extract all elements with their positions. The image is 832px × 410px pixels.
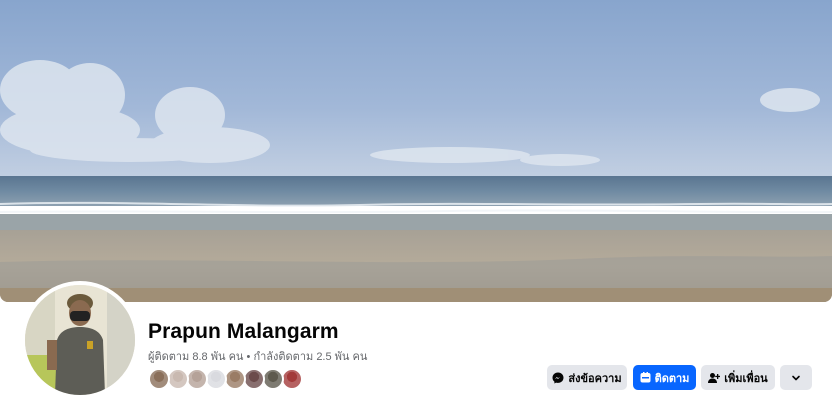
friend-avatar[interactable] — [281, 368, 303, 390]
cover-photo-image — [0, 0, 832, 302]
following-unit: คน — [352, 351, 368, 363]
friend-avatar[interactable] — [148, 368, 170, 390]
add-friend-label: เพิ่มเพื่อน — [724, 372, 768, 385]
message-label: ส่งข้อความ — [568, 372, 622, 385]
messenger-icon — [552, 372, 564, 383]
follow-icon — [640, 372, 651, 383]
followers-label[interactable]: ผู้ติดตาม — [148, 351, 189, 363]
add-friend-button[interactable]: เพิ่มเพื่อน — [701, 365, 775, 390]
friend-avatar[interactable] — [224, 368, 246, 390]
following-count[interactable]: 2.5 พัน — [316, 351, 349, 363]
cover-photo[interactable] — [0, 0, 832, 302]
friend-avatar[interactable] — [243, 368, 265, 390]
chevron-down-icon — [792, 375, 800, 380]
friend-avatar[interactable] — [205, 368, 227, 390]
friend-avatar[interactable] — [167, 368, 189, 390]
profile-name: Prapun Malangarm — [148, 320, 339, 343]
friends-preview — [148, 368, 303, 390]
followers-count[interactable]: 8.8 พัน — [192, 351, 225, 363]
add-friend-icon — [708, 372, 721, 383]
avatar — [25, 285, 135, 395]
followers-unit: คน — [228, 351, 244, 363]
follow-label: ติดตาม — [654, 372, 690, 385]
friend-avatar[interactable] — [186, 368, 208, 390]
follow-button[interactable]: ติดตาม — [633, 365, 696, 390]
more-options-button[interactable] — [780, 365, 812, 390]
profile-picture[interactable] — [21, 281, 139, 399]
message-button[interactable]: ส่งข้อความ — [547, 365, 627, 390]
friend-avatar[interactable] — [262, 368, 284, 390]
following-label[interactable]: กำลังติดตาม — [253, 351, 313, 363]
stats-separator: • — [246, 351, 251, 363]
follow-stats: ผู้ติดตาม 8.8 พัน คน • กำลังติดตาม 2.5 พ… — [148, 347, 367, 365]
